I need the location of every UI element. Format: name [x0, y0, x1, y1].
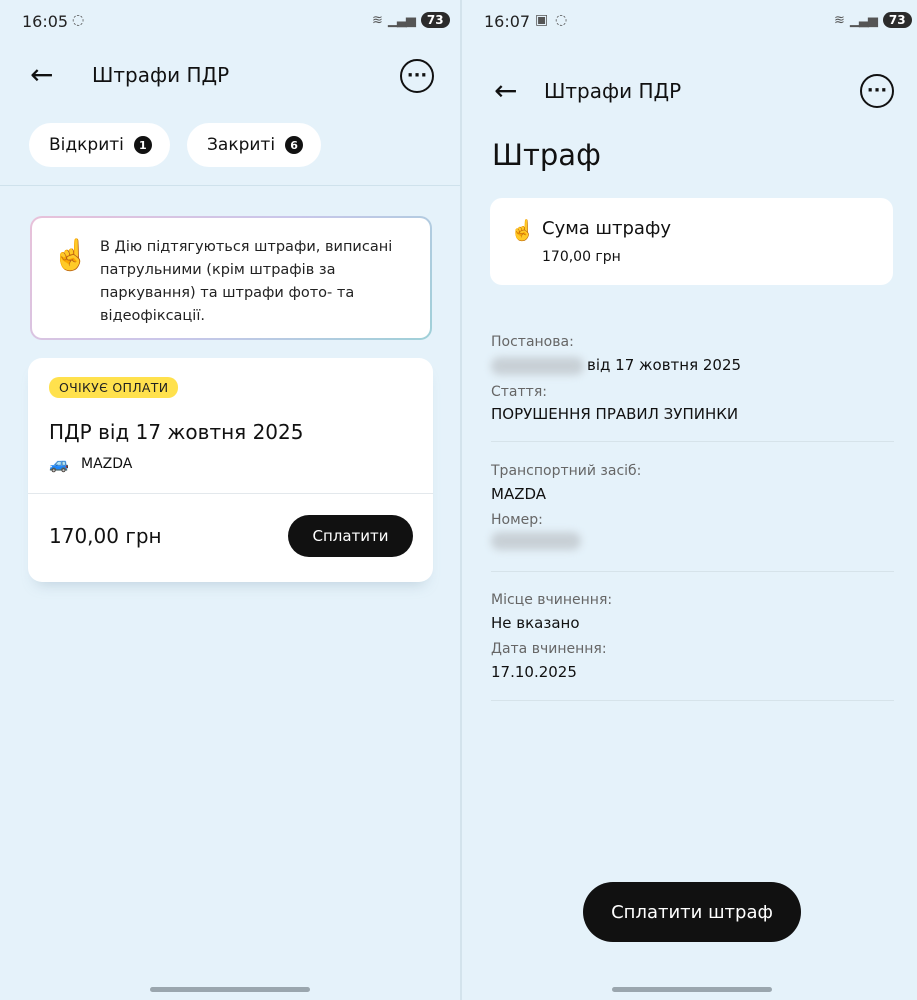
pointing-finger-icon: ☝️: [510, 218, 535, 242]
wifi-icon: ≋: [834, 12, 845, 28]
fine-sum-card: ☝️ Сума штрафу 170,00 грн: [490, 198, 893, 285]
decree-label: Постанова:: [491, 334, 574, 350]
pay-button[interactable]: Сплатити: [288, 515, 413, 557]
status-icons: ≋ ▁▃▅ 73: [834, 12, 912, 28]
tab-open[interactable]: Відкриті 1: [29, 123, 170, 167]
pay-fine-button[interactable]: Сплатити штраф: [583, 882, 801, 942]
more-dots-icon: ···: [866, 80, 888, 101]
more-options-button[interactable]: ···: [400, 59, 434, 93]
tab-open-label: Відкриті: [49, 135, 124, 155]
decree-value: від 17 жовтня 2025: [587, 356, 742, 374]
fines-list-screen: 16:05 ◌ ≋ ▁▃▅ 73 ← Штрафи ПДР ··· Відкри…: [0, 0, 460, 1000]
tab-closed-count: 6: [285, 136, 304, 154]
wifi-icon: ≋: [372, 12, 383, 28]
viber-icon: ◌: [72, 12, 85, 28]
car-icon: 🚙: [49, 454, 69, 473]
info-text: В Дію підтягуються штрафи, виписані патр…: [100, 239, 393, 324]
section-divider: [491, 571, 894, 572]
number-label: Номер:: [491, 512, 543, 528]
back-arrow-icon[interactable]: ←: [494, 77, 517, 105]
page-title: Штраф: [492, 138, 601, 172]
status-time: 16:07: [484, 12, 531, 31]
article-label: Стаття:: [491, 384, 547, 400]
fine-detail-screen: 16:07 ▣ ◌ ≋ ▁▃▅ 73 ← Штрафи ПДР ··· Штра…: [462, 0, 917, 1000]
sum-label: Сума штрафу: [542, 218, 672, 239]
tab-closed-label: Закриті: [207, 135, 276, 155]
battery-indicator: 73: [420, 12, 450, 28]
signal-icon: ▁▃▅: [387, 12, 416, 28]
card-divider: [28, 493, 433, 494]
info-banner: ☝️ В Дію підтягуються штрафи, виписані п…: [30, 216, 432, 340]
date-value: 17.10.2025: [491, 663, 577, 681]
back-arrow-icon[interactable]: ←: [30, 61, 53, 89]
tab-open-count: 1: [133, 136, 152, 154]
tab-closed[interactable]: Закриті 6: [187, 123, 322, 167]
viber-icon: ◌: [555, 12, 568, 28]
place-label: Місце вчинення:: [491, 592, 613, 608]
pointing-finger-icon: ☝️: [52, 238, 90, 273]
fine-card[interactable]: ОЧІКУЄ ОПЛАТИ ПДР від 17 жовтня 2025 🚙 M…: [28, 358, 433, 582]
section-divider: [491, 700, 894, 701]
more-dots-icon: ···: [406, 65, 428, 86]
vehicle-value: MAZDA: [491, 485, 547, 503]
header-title: Штрафи ПДР: [544, 79, 682, 103]
signal-icon: ▁▃▅: [849, 12, 878, 28]
fine-amount: 170,00 грн: [49, 524, 162, 548]
decree-number-redacted: [491, 357, 584, 375]
plate-number-redacted: [491, 532, 581, 550]
place-value: Не вказано: [491, 614, 580, 632]
section-divider: [491, 441, 894, 442]
screenshot-icon: ▣: [535, 12, 549, 28]
battery-indicator: 73: [882, 12, 912, 28]
home-indicator[interactable]: [612, 987, 772, 992]
sum-value: 170,00 грн: [542, 249, 621, 265]
header-title: Штрафи ПДР: [92, 63, 230, 87]
more-options-button[interactable]: ···: [860, 74, 894, 108]
date-label: Дата вчинення:: [491, 641, 607, 657]
status-badge: ОЧІКУЄ ОПЛАТИ: [49, 377, 179, 398]
vehicle-label: Транспортний засіб:: [491, 463, 642, 479]
home-indicator[interactable]: [150, 987, 310, 992]
car-name: MAZDA: [81, 456, 133, 472]
fine-title: ПДР від 17 жовтня 2025: [49, 420, 304, 444]
article-value: ПОРУШЕННЯ ПРАВИЛ ЗУПИНКИ: [491, 405, 739, 423]
status-time: 16:05: [22, 12, 69, 31]
tabs-divider: [0, 185, 460, 186]
status-icons: ≋ ▁▃▅ 73: [372, 12, 450, 28]
